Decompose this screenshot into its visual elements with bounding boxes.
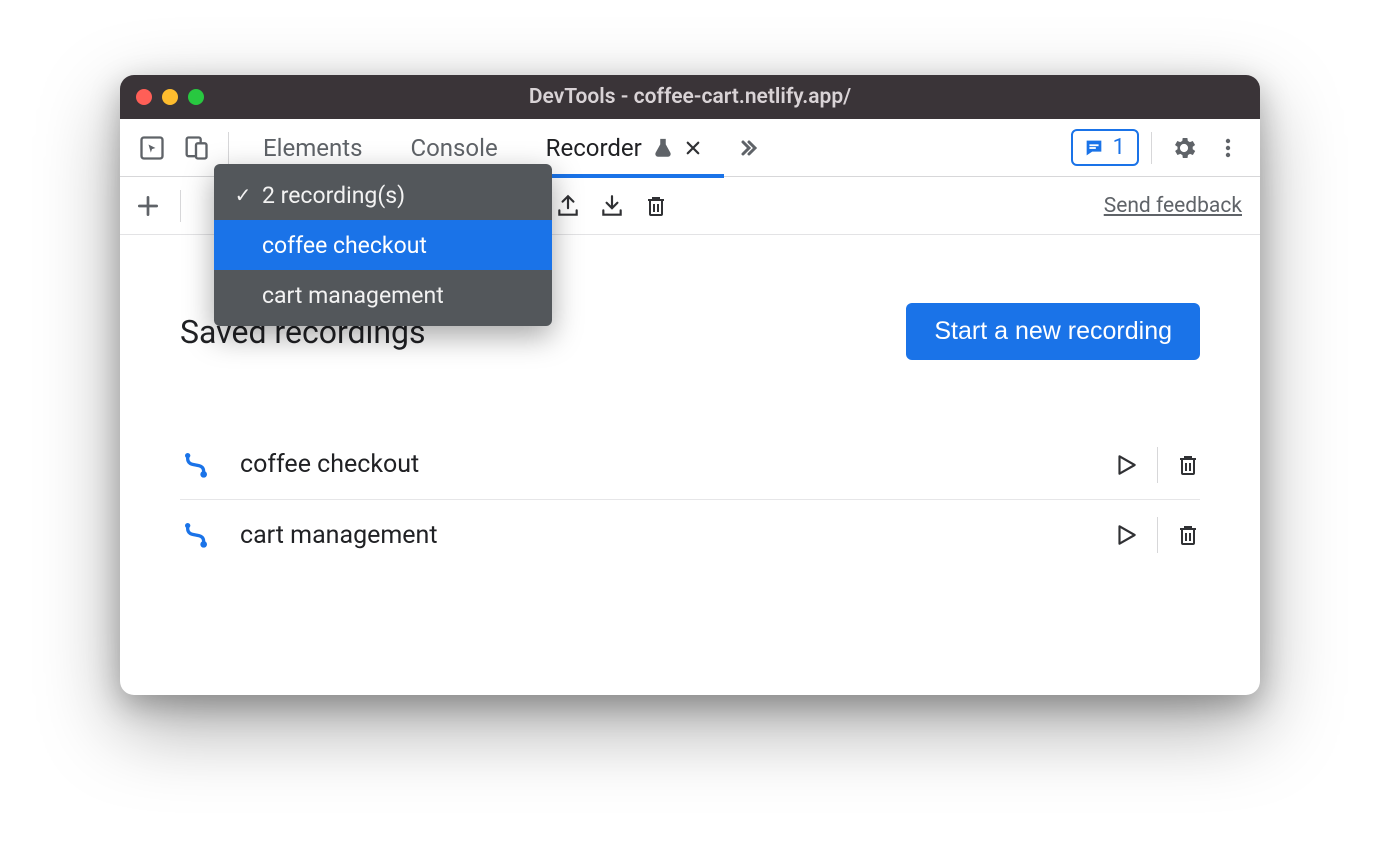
recording-name: coffee checkout bbox=[240, 450, 1087, 479]
check-icon: ✓ bbox=[232, 183, 254, 207]
divider bbox=[1157, 517, 1158, 553]
recording-row[interactable]: cart management bbox=[180, 500, 1200, 570]
window-title: DevTools - coffee-cart.netlify.app/ bbox=[120, 85, 1260, 109]
divider bbox=[228, 132, 229, 164]
dropdown-summary-label: 2 recording(s) bbox=[262, 182, 405, 209]
delete-icon[interactable] bbox=[636, 186, 676, 226]
recordings-list: coffee checkout bbox=[180, 430, 1200, 570]
tab-label: Recorder bbox=[546, 134, 642, 162]
window-zoom-button[interactable] bbox=[188, 89, 204, 105]
chat-icon bbox=[1083, 137, 1105, 159]
dropdown-item-label: cart management bbox=[262, 282, 444, 309]
import-icon[interactable] bbox=[592, 186, 632, 226]
issues-badge[interactable]: 1 bbox=[1071, 129, 1139, 166]
flow-icon bbox=[180, 448, 214, 482]
tab-label: Elements bbox=[263, 134, 362, 162]
add-recording-icon[interactable] bbox=[128, 186, 168, 226]
recording-name: cart management bbox=[240, 521, 1087, 550]
export-icon[interactable] bbox=[548, 186, 588, 226]
recording-row[interactable]: coffee checkout bbox=[180, 430, 1200, 500]
play-icon[interactable] bbox=[1113, 452, 1139, 478]
inspect-element-icon[interactable] bbox=[132, 128, 172, 168]
delete-icon[interactable] bbox=[1176, 522, 1200, 548]
issues-count: 1 bbox=[1113, 135, 1125, 160]
play-icon[interactable] bbox=[1113, 522, 1139, 548]
tab-label: Console bbox=[410, 134, 497, 162]
divider bbox=[1157, 447, 1158, 483]
dropdown-item[interactable]: coffee checkout bbox=[214, 220, 552, 270]
start-recording-button[interactable]: Start a new recording bbox=[906, 303, 1200, 360]
dropdown-summary[interactable]: ✓ 2 recording(s) bbox=[214, 170, 552, 220]
send-feedback-link[interactable]: Send feedback bbox=[1104, 194, 1242, 218]
dropdown-item[interactable]: cart management bbox=[214, 270, 552, 320]
divider bbox=[1151, 132, 1152, 164]
experiment-icon bbox=[652, 137, 674, 159]
tab-recorder[interactable]: Recorder bbox=[524, 119, 724, 177]
settings-icon[interactable] bbox=[1164, 128, 1204, 168]
window-close-button[interactable] bbox=[136, 89, 152, 105]
row-actions bbox=[1113, 447, 1200, 483]
device-toggle-icon[interactable] bbox=[176, 128, 216, 168]
flow-icon bbox=[180, 518, 214, 552]
devtools-window: DevTools - coffee-cart.netlify.app/ Elem… bbox=[120, 75, 1260, 695]
row-actions bbox=[1113, 517, 1200, 553]
divider bbox=[180, 190, 181, 222]
more-tabs-icon[interactable] bbox=[728, 136, 768, 160]
close-tab-icon[interactable] bbox=[684, 139, 702, 157]
kebab-menu-icon[interactable] bbox=[1208, 128, 1248, 168]
window-minimize-button[interactable] bbox=[162, 89, 178, 105]
dropdown-item-label: coffee checkout bbox=[262, 232, 427, 259]
traffic-lights bbox=[136, 89, 204, 105]
recording-dropdown: ✓ 2 recording(s) coffee checkout cart ma… bbox=[214, 164, 552, 326]
window-titlebar: DevTools - coffee-cart.netlify.app/ bbox=[120, 75, 1260, 119]
delete-icon[interactable] bbox=[1176, 452, 1200, 478]
